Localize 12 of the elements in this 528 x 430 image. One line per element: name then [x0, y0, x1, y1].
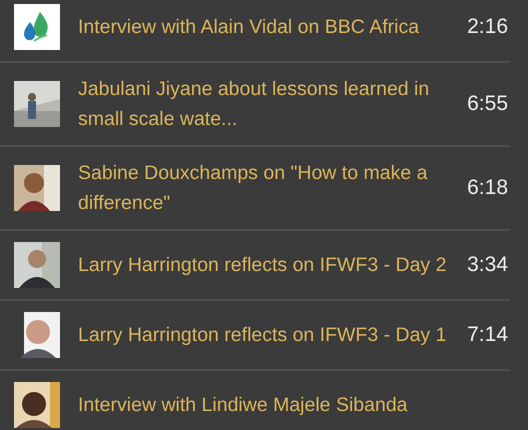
video-title-link[interactable]: Sabine Douxchamps on "How to make a difference" — [78, 158, 466, 218]
video-title-link[interactable]: Jabulani Jiyane about lessons learned in small scale wate... — [78, 74, 466, 134]
video-title-link[interactable]: Interview with Alain Vidal on BBC Africa — [78, 12, 466, 42]
video-duration: 6:55 — [467, 91, 508, 117]
drop-logo-icon — [14, 4, 60, 50]
video-title-link[interactable]: Larry Harrington reflects on IFWF3 - Day 2 — [78, 250, 466, 280]
video-title-link[interactable]: Larry Harrington reflects on IFWF3 - Day 1 — [78, 320, 466, 350]
video-duration: 3:34 — [467, 252, 508, 278]
video-duration: 7:14 — [467, 322, 508, 348]
video-duration: 2:16 — [467, 14, 508, 40]
video-duration: 6:18 — [467, 175, 508, 201]
video-title-link[interactable]: Interview with Lindiwe Majele Sibanda — [78, 390, 508, 420]
